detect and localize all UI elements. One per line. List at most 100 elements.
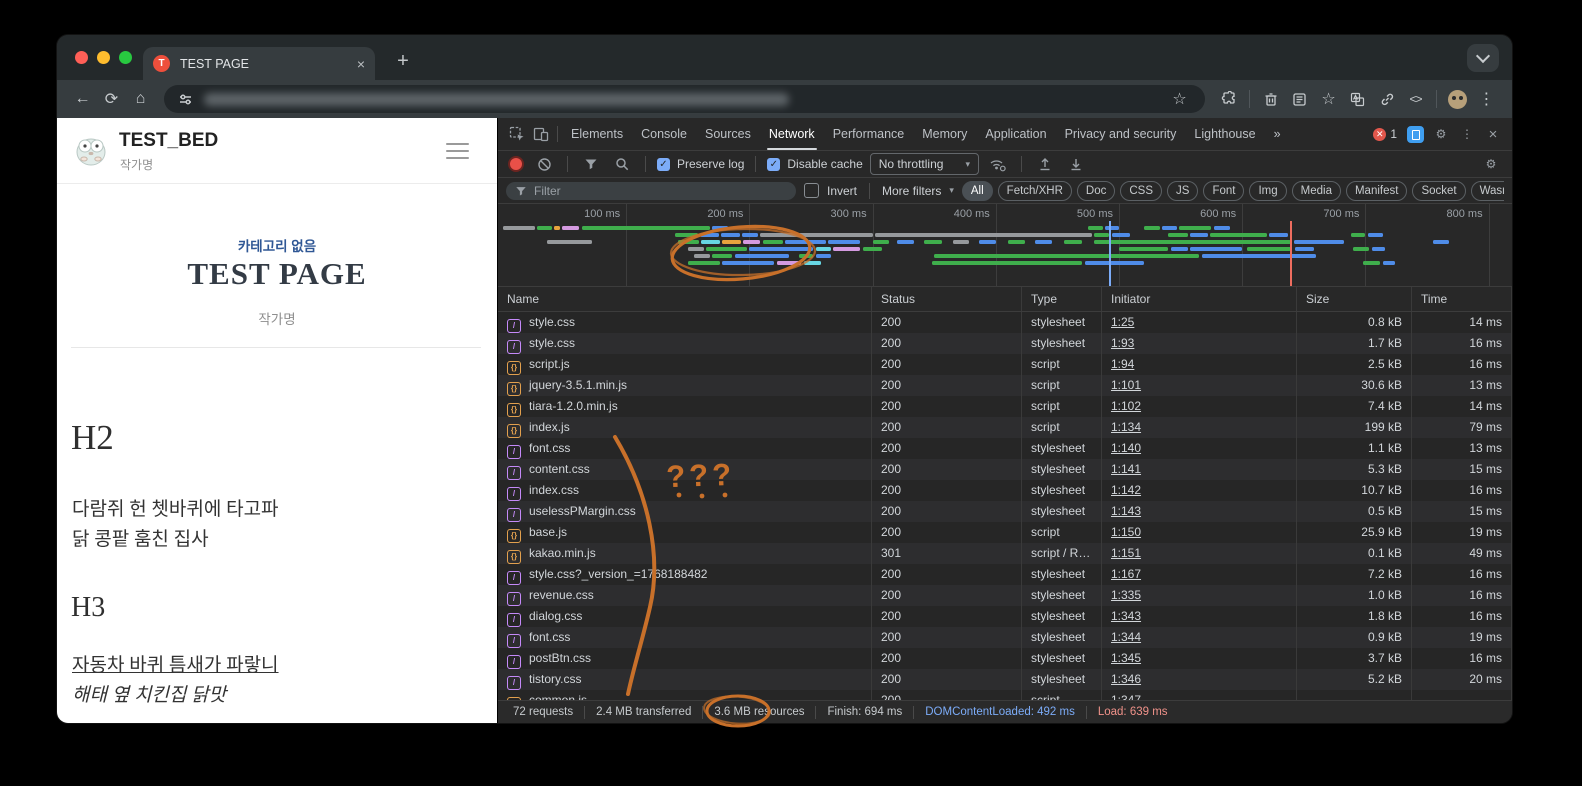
profile-avatar[interactable]: [1444, 86, 1471, 113]
site-settings-icon[interactable]: [176, 86, 194, 113]
inspect-element-icon[interactable]: [505, 122, 529, 146]
chip-socket[interactable]: Socket: [1412, 181, 1465, 201]
preserve-log-label[interactable]: Preserve log: [677, 157, 744, 171]
initiator-link[interactable]: 1:101: [1111, 378, 1141, 392]
tab-search-button[interactable]: [1467, 44, 1499, 72]
code-icon[interactable]: <>: [1402, 86, 1429, 113]
bookmark-manager-icon[interactable]: ☆: [1315, 86, 1342, 113]
table-row-postbtn-css[interactable]: /postBtn.css200stylesheet1:3453.7 kB16 m…: [498, 648, 1512, 669]
chip-doc[interactable]: Doc: [1077, 181, 1115, 201]
table-row-script-js[interactable]: {}script.js200script1:942.5 kB16 ms: [498, 354, 1512, 375]
table-row-dialog-css[interactable]: /dialog.css200stylesheet1:3431.8 kB16 ms: [498, 606, 1512, 627]
table-row-revenue-css[interactable]: /revenue.css200stylesheet1:3351.0 kB16 m…: [498, 585, 1512, 606]
initiator-link[interactable]: 1:345: [1111, 651, 1141, 665]
search-icon[interactable]: [610, 152, 634, 176]
initiator-link[interactable]: 1:94: [1111, 357, 1134, 371]
tab-network[interactable]: Network: [760, 118, 824, 150]
more-filters-button[interactable]: More filters: [882, 184, 941, 198]
initiator-link[interactable]: 1:167: [1111, 567, 1141, 581]
tab-memory[interactable]: Memory: [913, 118, 976, 150]
tab-sources[interactable]: Sources: [696, 118, 760, 150]
post-link[interactable]: 자동차 바퀴 틈새가 파랗니: [72, 650, 279, 677]
devtools-menu-icon[interactable]: ⋮: [1455, 122, 1479, 146]
invert-label[interactable]: Invert: [827, 184, 857, 198]
table-row-common-js[interactable]: {}common.js200script1:347: [498, 690, 1512, 700]
chip-img[interactable]: Img: [1249, 181, 1286, 201]
reading-list-icon[interactable]: [1286, 86, 1313, 113]
devtools-close-icon[interactable]: ×: [1481, 122, 1505, 146]
device-mode-active-icon[interactable]: [1403, 122, 1427, 146]
network-settings-icon[interactable]: ⚙: [1479, 152, 1503, 176]
chip-js[interactable]: JS: [1167, 181, 1198, 201]
tab-lighthouse[interactable]: Lighthouse: [1185, 118, 1264, 150]
table-row-font-css[interactable]: /font.css200stylesheet1:1401.1 kB13 ms: [498, 438, 1512, 459]
chip-wasm[interactable]: Wasm: [1471, 181, 1504, 201]
table-row-tistory-css[interactable]: /tistory.css200stylesheet1:3465.2 kB20 m…: [498, 669, 1512, 690]
network-conditions-icon[interactable]: [986, 152, 1010, 176]
chip-media[interactable]: Media: [1292, 181, 1341, 201]
export-har-icon[interactable]: [1064, 152, 1088, 176]
initiator-link[interactable]: 1:25: [1111, 315, 1134, 329]
table-row-index-css[interactable]: /index.css200stylesheet1:14210.7 kB16 ms: [498, 480, 1512, 501]
initiator-link[interactable]: 1:343: [1111, 609, 1141, 623]
new-tab-button[interactable]: +: [389, 47, 417, 75]
waterfall-overview[interactable]: 100 ms200 ms300 ms400 ms500 ms600 ms700 …: [498, 204, 1512, 287]
menu-hamburger-icon[interactable]: [446, 143, 469, 164]
filter-funnel-icon[interactable]: [579, 152, 603, 176]
initiator-link[interactable]: 1:151: [1111, 546, 1141, 560]
chip-font[interactable]: Font: [1203, 181, 1244, 201]
browser-tab[interactable]: T TEST PAGE ×: [143, 47, 375, 80]
more-tabs-icon[interactable]: »: [1265, 118, 1290, 150]
initiator-link[interactable]: 1:140: [1111, 441, 1141, 455]
initiator-link[interactable]: 1:102: [1111, 399, 1141, 413]
browser-menu-icon[interactable]: ⋮: [1473, 86, 1500, 113]
preserve-log-checkbox[interactable]: ✓: [657, 158, 670, 171]
table-row-index-js[interactable]: {}index.js200script1:134199 kB79 ms: [498, 417, 1512, 438]
bookmark-star-icon[interactable]: ☆: [1166, 86, 1193, 113]
chip-fetch-xhr[interactable]: Fetch/XHR: [998, 181, 1072, 201]
close-window-button[interactable]: [75, 51, 88, 64]
filter-input[interactable]: Filter: [506, 182, 796, 200]
throttling-select[interactable]: No throttling ▾: [870, 153, 979, 175]
address-bar[interactable]: ☆: [164, 85, 1205, 113]
extensions-icon[interactable]: [1215, 86, 1242, 113]
table-row-style-css[interactable]: /style.css200stylesheet1:931.7 kB16 ms: [498, 333, 1512, 354]
devtools-settings-icon[interactable]: ⚙: [1429, 122, 1453, 146]
tab-performance[interactable]: Performance: [824, 118, 914, 150]
tab-elements[interactable]: Elements: [562, 118, 632, 150]
initiator-link[interactable]: 1:93: [1111, 336, 1134, 350]
initiator-link[interactable]: 1:142: [1111, 483, 1141, 497]
disable-cache-checkbox[interactable]: ✓: [767, 158, 780, 171]
column-header-initiator[interactable]: Initiator: [1102, 287, 1297, 311]
table-row-uselesspmargin-css[interactable]: /uselessPMargin.css200stylesheet1:1430.5…: [498, 501, 1512, 522]
column-header-type[interactable]: Type: [1022, 287, 1102, 311]
column-header-time[interactable]: Time: [1412, 287, 1512, 311]
tab-console[interactable]: Console: [632, 118, 696, 150]
initiator-link[interactable]: 1:134: [1111, 420, 1141, 434]
zoom-window-button[interactable]: [119, 51, 132, 64]
post-category-link[interactable]: 카테고리 없음: [57, 235, 497, 255]
initiator-link[interactable]: 1:335: [1111, 588, 1141, 602]
initiator-link[interactable]: 1:150: [1111, 525, 1141, 539]
column-header-status[interactable]: Status: [872, 287, 1022, 311]
reload-button[interactable]: ⟳: [98, 86, 125, 113]
home-button[interactable]: ⌂: [127, 86, 154, 113]
tab-close-icon[interactable]: ×: [357, 57, 365, 71]
table-row-jquery-3-5-1-min-js[interactable]: {}jquery-3.5.1.min.js200script1:10130.6 …: [498, 375, 1512, 396]
device-toolbar-icon[interactable]: [529, 122, 553, 146]
link-icon[interactable]: [1373, 86, 1400, 113]
column-header-name[interactable]: Name: [498, 287, 872, 311]
table-row-content-css[interactable]: /content.css200stylesheet1:1415.3 kB15 m…: [498, 459, 1512, 480]
translate-icon[interactable]: [1344, 86, 1371, 113]
initiator-link[interactable]: 1:141: [1111, 462, 1141, 476]
table-row-style-css[interactable]: /style.css200stylesheet1:250.8 kB14 ms: [498, 312, 1512, 333]
record-network-log-button[interactable]: [510, 158, 522, 170]
initiator-link[interactable]: 1:346: [1111, 672, 1141, 686]
tab-privacy-and-security[interactable]: Privacy and security: [1056, 118, 1186, 150]
invert-checkbox[interactable]: [804, 183, 819, 198]
clear-network-log-icon[interactable]: [532, 152, 556, 176]
tab-application[interactable]: Application: [976, 118, 1055, 150]
column-header-size[interactable]: Size: [1297, 287, 1412, 311]
minimize-window-button[interactable]: [97, 51, 110, 64]
initiator-link[interactable]: 1:344: [1111, 630, 1141, 644]
